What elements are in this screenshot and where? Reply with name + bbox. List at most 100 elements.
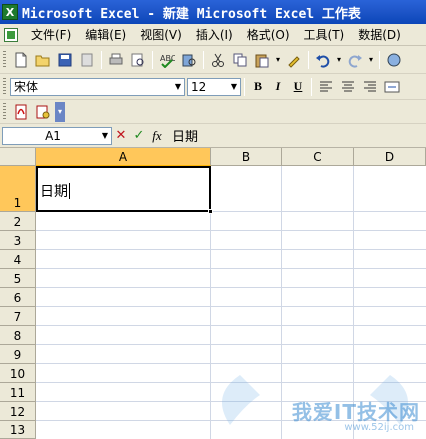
- bold-button[interactable]: B: [248, 77, 268, 97]
- row-header-7[interactable]: 7: [0, 307, 36, 326]
- scissors-icon: [212, 53, 224, 67]
- format-painter-button[interactable]: [284, 50, 304, 70]
- copy-button[interactable]: [230, 50, 250, 70]
- copy-icon: [233, 53, 247, 66]
- grid-line: [36, 382, 426, 383]
- menu-insert[interactable]: 插入(I): [189, 25, 240, 45]
- name-box-value: A1: [45, 128, 61, 143]
- formatting-toolbar: 宋体 ▼ 12 ▼ B I U: [0, 74, 426, 100]
- row-header-12[interactable]: 12: [0, 402, 36, 421]
- menu-bar: 文件(F) 编辑(E) 视图(V) 插入(I) 格式(O) 工具(T) 数据(D…: [0, 24, 426, 46]
- align-center-button[interactable]: [338, 77, 358, 97]
- row-header-4[interactable]: 4: [0, 250, 36, 269]
- svg-text:ABC: ABC: [160, 54, 175, 63]
- format-painter-icon: [288, 55, 300, 68]
- grid-line: [36, 344, 426, 345]
- spelling-button[interactable]: ABC: [157, 50, 177, 70]
- pdf-icon: [15, 104, 27, 119]
- align-right-button[interactable]: [360, 77, 380, 97]
- menu-tools[interactable]: 工具(T): [297, 25, 352, 45]
- grid-line: [281, 166, 282, 439]
- standard-toolbar: ABC ▾ ▾ ▾: [0, 46, 426, 74]
- excel-app-icon[interactable]: X: [2, 4, 18, 20]
- save-button[interactable]: [55, 50, 75, 70]
- print-button[interactable]: [106, 50, 126, 70]
- undo-button[interactable]: [313, 50, 333, 70]
- column-header-b[interactable]: B: [211, 148, 282, 166]
- column-header-a[interactable]: A: [36, 148, 211, 166]
- select-all-corner[interactable]: [0, 148, 36, 166]
- menu-data[interactable]: 数据(D): [351, 25, 408, 45]
- row-header-2[interactable]: 2: [0, 212, 36, 231]
- toolbar-separator: [244, 77, 245, 96]
- column-header-d[interactable]: D: [354, 148, 426, 166]
- chevron-down-icon[interactable]: ▼: [172, 79, 184, 95]
- row-header-13[interactable]: 13: [0, 421, 36, 439]
- redo-dropdown[interactable]: ▾: [367, 50, 375, 70]
- paste-button[interactable]: [252, 50, 272, 70]
- hyperlink-button[interactable]: [384, 50, 404, 70]
- cancel-button[interactable]: ✕: [112, 126, 130, 146]
- row-header-9[interactable]: 9: [0, 345, 36, 364]
- redo-arrow-icon: [348, 54, 362, 68]
- spelling-check-icon: ABC: [160, 54, 175, 68]
- toolbar-separator: [308, 50, 309, 69]
- pdf-toolbar: ▾: [0, 100, 426, 124]
- row-header-10[interactable]: 10: [0, 364, 36, 383]
- research-button[interactable]: [179, 50, 199, 70]
- row-header-6[interactable]: 6: [0, 288, 36, 307]
- pdf-email-button[interactable]: [33, 102, 53, 122]
- cut-button[interactable]: [208, 50, 228, 70]
- toolbar-separator: [379, 50, 380, 69]
- grid-line: [36, 363, 426, 364]
- undo-dropdown[interactable]: ▾: [335, 50, 343, 70]
- toolbar-options-dropdown[interactable]: ▾: [55, 101, 65, 122]
- toolbar-separator: [203, 50, 204, 69]
- font-name-select[interactable]: 宋体 ▼: [10, 77, 185, 96]
- text-cursor: [69, 183, 70, 199]
- toolbar-separator: [152, 50, 153, 69]
- print-preview-button[interactable]: [128, 50, 148, 70]
- toolbar-grip[interactable]: [3, 50, 6, 69]
- column-header-c[interactable]: C: [282, 148, 354, 166]
- workbook-icon[interactable]: [4, 27, 18, 42]
- menu-edit[interactable]: 编辑(E): [78, 25, 133, 45]
- enter-button[interactable]: ✓: [130, 126, 148, 146]
- convert-pdf-button[interactable]: [11, 102, 31, 122]
- pdf-settings-icon: [36, 105, 50, 118]
- row-header-8[interactable]: 8: [0, 326, 36, 345]
- new-button[interactable]: [11, 50, 31, 70]
- permission-button[interactable]: [77, 50, 97, 70]
- underline-button[interactable]: U: [288, 77, 308, 97]
- paste-dropdown[interactable]: ▾: [274, 50, 282, 70]
- font-size-select[interactable]: 12 ▼: [187, 77, 241, 96]
- grid-line: [36, 306, 426, 307]
- toolbar-grip[interactable]: [3, 102, 6, 121]
- toolbar-grip[interactable]: [3, 77, 6, 96]
- toolbar-separator: [311, 77, 312, 96]
- fill-handle[interactable]: [208, 209, 213, 214]
- grid-line: [36, 249, 426, 250]
- merge-center-button[interactable]: [382, 77, 402, 97]
- align-left-button[interactable]: [316, 77, 336, 97]
- title-bar: X Microsoft Excel - 新建 Microsoft Excel 工…: [0, 0, 426, 24]
- undo-arrow-icon: [316, 54, 330, 68]
- row-header-5[interactable]: 5: [0, 269, 36, 288]
- row-header-1[interactable]: 1: [0, 166, 36, 212]
- redo-button[interactable]: [345, 50, 365, 70]
- chevron-down-icon[interactable]: ▼: [99, 128, 111, 144]
- grid-line: [36, 325, 426, 326]
- row-header-3[interactable]: 3: [0, 231, 36, 250]
- menu-format[interactable]: 格式(O): [240, 25, 297, 45]
- italic-button[interactable]: I: [268, 77, 288, 97]
- window-title: Microsoft Excel - 新建 Microsoft Excel 工作表: [22, 6, 361, 22]
- menu-file[interactable]: 文件(F): [24, 25, 78, 45]
- row-header-11[interactable]: 11: [0, 383, 36, 402]
- name-box[interactable]: A1 ▼: [2, 126, 112, 145]
- globe-link-icon: [387, 53, 401, 66]
- chevron-down-icon[interactable]: ▼: [228, 79, 240, 95]
- open-button[interactable]: [33, 50, 53, 70]
- formula-input[interactable]: 日期: [172, 126, 198, 145]
- menu-view[interactable]: 视图(V): [133, 25, 189, 45]
- insert-function-button[interactable]: fx: [148, 126, 166, 146]
